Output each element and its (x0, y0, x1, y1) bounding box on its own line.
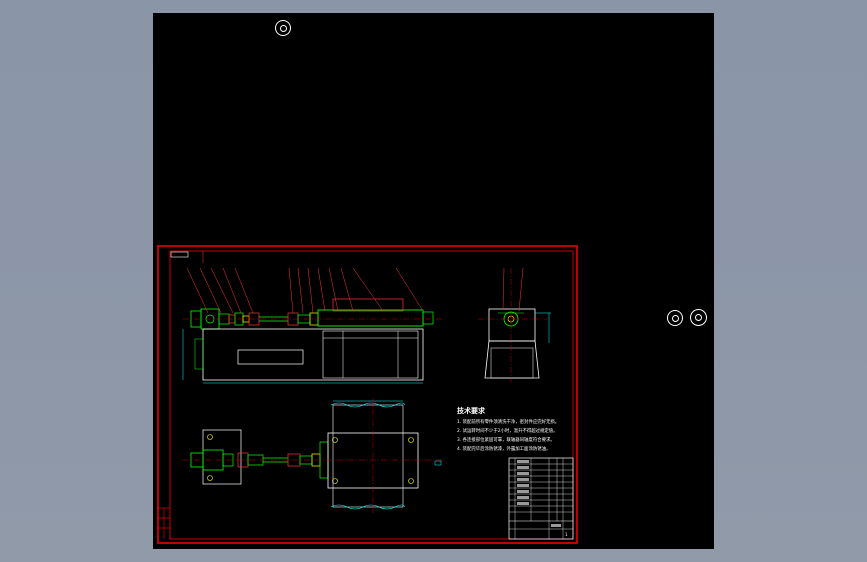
tech-notes: 技术要求 1. 装配前所有零件须清洗干净，密封件应完好无损。 2. 试运转时间不… (457, 406, 559, 452)
sheet-number: 1 (565, 532, 568, 537)
binding-strip (158, 507, 170, 539)
engineering-drawing: 技术要求 1. 装配前所有零件须清洗干净，密封件应完好无损。 2. 试运转时间不… (157, 245, 578, 544)
side-view (478, 267, 551, 383)
tech-note-line: 3. 各连接部位紧固可靠，联轴器同轴度符合要求。 (457, 436, 555, 443)
tech-note-line: 1. 装配前所有零件须清洗干净，密封件应完好无损。 (457, 418, 559, 425)
plan-view (183, 398, 443, 513)
title-block: 1 (508, 457, 574, 540)
orbit-icon[interactable] (690, 309, 707, 326)
cad-drawing-viewport[interactable]: 技术要求 1. 装配前所有零件须清洗干净，密封件应完好无损。 2. 试运转时间不… (153, 13, 714, 549)
sheet-outer-frame (157, 245, 578, 544)
drawing-code-box (170, 251, 189, 258)
navigation-icon[interactable] (667, 310, 683, 326)
tech-note-line: 2. 试运转时间不少于2小时，温升不得超过规定值。 (457, 427, 558, 434)
tech-note-line: 4. 装配完毕后涂防锈漆，外露加工面涂防锈油。 (457, 445, 550, 452)
front-view (182, 251, 443, 384)
tech-notes-title: 技术要求 (457, 406, 486, 415)
